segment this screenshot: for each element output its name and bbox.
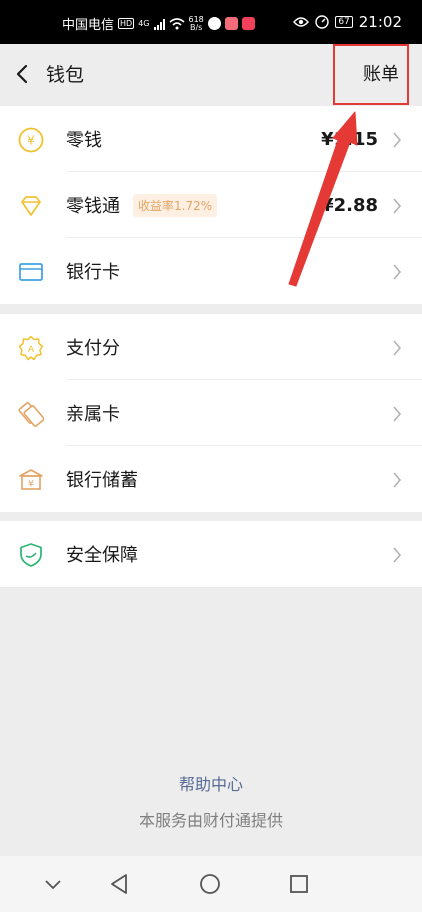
svg-text:¥: ¥ [28, 480, 34, 490]
carrier-name: 中国电信 [62, 18, 115, 33]
help-center-link[interactable]: 帮助中心 [0, 771, 422, 795]
page-title: 钱包 [46, 64, 85, 86]
balance-amount: ¥1.15 [321, 128, 378, 150]
shield-icon [20, 543, 42, 567]
hide-keyboard-chevron-icon[interactable] [40, 871, 66, 897]
services-group: A 支付分 亲属卡 ¥ 银行储蓄 [0, 314, 422, 512]
security-group: 安全保障 [0, 521, 422, 587]
network-type: 4G [138, 18, 150, 28]
row-label: 银行卡 [66, 262, 120, 283]
chevron-right-icon [393, 406, 402, 422]
bill-button[interactable]: 账单 [333, 44, 409, 105]
yield-rate-badge: 收益率1.72% [133, 193, 218, 217]
battery-icon: 67 [335, 16, 353, 28]
status-bar: 中国电信 HD 4G 618 B/s 67 21:02 [0, 0, 422, 44]
chevron-right-icon [393, 472, 402, 488]
speedometer-icon [315, 15, 330, 29]
app-notification-icon [224, 17, 238, 30]
speed-unit: B/s [189, 22, 203, 32]
nav-home-icon[interactable] [197, 871, 223, 897]
pay-score-badge-icon: A [18, 335, 44, 361]
family-card-icon [18, 402, 44, 427]
hd-badge: HD [118, 18, 135, 29]
app-notification-icon [241, 17, 255, 30]
yuan-coin-icon: ¥ [18, 127, 44, 153]
chevron-right-icon [393, 340, 402, 356]
nav-recents-icon[interactable] [286, 871, 312, 897]
row-label: 零钱通 [66, 196, 120, 217]
app-notification-icon [207, 17, 221, 30]
back-arrow-icon[interactable] [10, 58, 36, 90]
row-label: 安全保障 [66, 545, 138, 566]
row-label: 支付分 [66, 338, 120, 359]
row-label: 银行储蓄 [66, 470, 138, 491]
eye-icon [293, 17, 310, 27]
row-label: 零钱 [66, 130, 102, 151]
service-provider-text: 本服务由财付通提供 [138, 811, 283, 830]
bank-savings-row[interactable]: ¥ 银行储蓄 [0, 446, 422, 512]
clock: 21:02 [358, 13, 402, 31]
wifi-icon [168, 17, 185, 29]
wallet-balance-group: ¥ 零钱 ¥1.15 零钱通 收益率1.72% ¥2.88 银行卡 [0, 106, 422, 304]
lingqiantong-row[interactable]: 零钱通 收益率1.72% ¥2.88 [0, 172, 422, 238]
pay-score-row[interactable]: A 支付分 [0, 314, 422, 380]
bank-savings-icon: ¥ [19, 469, 43, 490]
change-balance-row[interactable]: ¥ 零钱 ¥1.15 [0, 106, 422, 172]
balance-amount: ¥2.88 [321, 194, 378, 216]
diamond-icon [21, 196, 41, 216]
chevron-right-icon [393, 547, 402, 563]
svg-text:¥: ¥ [27, 134, 35, 148]
signal-icon [153, 18, 165, 30]
svg-text:A: A [28, 345, 35, 355]
bank-card-row[interactable]: 银行卡 [0, 238, 422, 304]
chevron-right-icon [393, 198, 402, 214]
chevron-right-icon [393, 132, 402, 148]
family-card-row[interactable]: 亲属卡 [0, 380, 422, 446]
nav-back-icon[interactable] [106, 871, 132, 897]
security-row[interactable]: 安全保障 [0, 521, 422, 587]
row-label: 亲属卡 [66, 404, 120, 425]
navigation-bar: 钱包 账单 [0, 44, 422, 106]
bank-card-icon [19, 263, 43, 281]
chevron-right-icon [393, 264, 402, 280]
system-navigation-bar [0, 856, 422, 912]
network-speed: 618 B/s [189, 15, 204, 32]
